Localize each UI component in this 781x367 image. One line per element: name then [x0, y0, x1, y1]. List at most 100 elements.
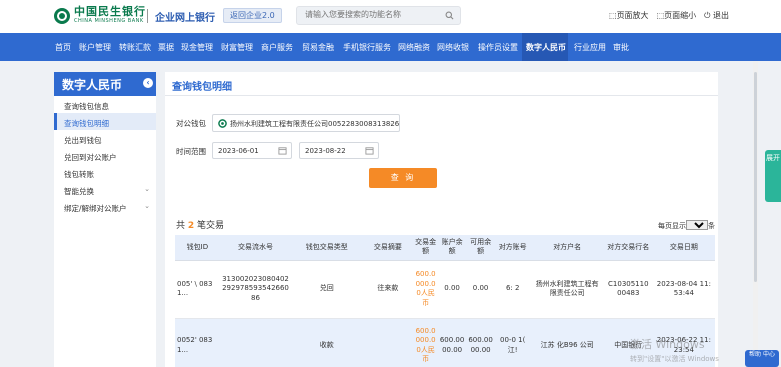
sidebar-header: 数字人民币 ‹ [54, 72, 156, 96]
zoom-out-icon: ⬚ [656, 11, 665, 20]
column-header: 账户余额 [437, 235, 467, 261]
table-cell [362, 318, 414, 367]
end-date-value: 2023-08-22 [305, 147, 346, 155]
zoom-out-button[interactable]: ⬚页面缩小 [657, 10, 697, 21]
chevron-down-icon: ⌄ [389, 119, 395, 127]
table-row[interactable]: 005' \ 0831... 3130020230804022929785935… [175, 260, 715, 319]
calendar-icon[interactable] [365, 146, 374, 155]
sidebar-item-cash-out[interactable]: 兑出到钱包 [54, 130, 156, 147]
sidebar-item-bind-account[interactable]: 绑定/解绑对公账户 ⌄ [54, 198, 156, 215]
column-header: 交易日期 [652, 235, 715, 261]
wallet-label: 对公钱包 [176, 119, 206, 128]
sidebar: 数字人民币 ‹ 查询钱包信息 查询钱包明细 兑出到钱包 兑回到对公账户 钱包转账… [54, 72, 156, 367]
wallet-select-value: 扬州水利建筑工程有限责任公司0052283008313826 [230, 120, 400, 128]
table-cell [219, 318, 292, 367]
page-title: 查询钱包明细 [172, 82, 232, 93]
table-cell: C1030511000483 [603, 260, 653, 319]
nav-transfer[interactable]: 转账汇款 [119, 42, 151, 53]
start-date-input[interactable]: 2023-06-01 [212, 142, 292, 159]
nav-digital-rmb[interactable]: 数字人民币 [526, 42, 566, 53]
nav-cash-management[interactable]: 现金管理 [181, 42, 213, 53]
table-cell: 00-0 1( 江! [494, 318, 531, 367]
end-date-input[interactable]: 2023-08-22 [299, 142, 379, 159]
table-header-row: 钱包ID 交易流水号 钱包交易类型 交易摘要 交易金额 账户余额 可用余额 对方… [175, 235, 715, 261]
column-header: 交易流水号 [219, 235, 292, 261]
scrollbar-thumb[interactable] [754, 72, 757, 282]
main-panel: 查询钱包明细 对公钱包 扬州水利建筑工程有限责任公司00522830083138… [165, 72, 718, 367]
top-header: 中国民生银行 CHINA MINSHENG BANK 企业网上银行 返回企业2.… [0, 0, 781, 33]
sidebar-item-wallet-info[interactable]: 查询钱包信息 [54, 96, 156, 113]
sidebar-item-label: 绑定/解绑对公账户 [64, 204, 127, 213]
sidebar-item-wallet-detail[interactable]: 查询钱包明细 [54, 113, 156, 130]
sidebar-item-redeem[interactable]: 兑回到对公账户 [54, 147, 156, 164]
bank-logo-icon [54, 7, 70, 24]
zoom-in-button[interactable]: ⬚页面放大 [609, 10, 649, 21]
table-cell: 收款 [291, 318, 363, 367]
table-cell: 005' \ 0831... [175, 260, 220, 319]
zoom-in-icon: ⬚ [609, 11, 617, 20]
start-date-value: 2023-06-01 [218, 147, 259, 155]
nav-online-financing[interactable]: 网络融资 [398, 42, 430, 53]
sidebar-item-wallet-transfer[interactable]: 钱包转账 [54, 164, 156, 181]
collapse-icon[interactable]: ‹ [143, 78, 153, 88]
title-divider [165, 95, 718, 96]
table-cell: 600.0000.00人民币 [413, 318, 438, 367]
nav-account[interactable]: 账户管理 [79, 42, 111, 53]
search-icon[interactable] [445, 11, 454, 20]
function-search[interactable] [296, 6, 461, 25]
column-header: 对方账号 [494, 235, 531, 261]
table-cell: 2023-08-04 11:53:44 [652, 260, 715, 319]
search-input[interactable] [305, 10, 445, 19]
per-page-select[interactable]: 10 [686, 220, 708, 230]
query-button[interactable]: 查 询 [369, 168, 437, 188]
nav-industry-apps[interactable]: 行业应用 [574, 42, 606, 53]
main-nav: 首页 账户管理 转账汇款 票据 现金管理 财富管理 商户服务 贸易金融 手机银行… [0, 33, 781, 61]
column-header: 对方户名 [530, 235, 604, 261]
table-cell: 0052' 0831... [175, 318, 220, 367]
table-cell: 31300202308040229297859354266086 [219, 260, 292, 319]
table-cell: 兑回 [291, 260, 363, 319]
column-header: 交易金额 [413, 235, 438, 261]
table-cell: 往来款 [362, 260, 414, 319]
nav-trade-finance[interactable]: 贸易金融 [302, 42, 334, 53]
column-header: 对方交易行名 [603, 235, 653, 261]
nav-home[interactable]: 首页 [55, 42, 71, 53]
nav-mobile-banking[interactable]: 手机银行服务 [343, 42, 391, 53]
back-to-old-button[interactable]: 返回企业2.0 [223, 8, 282, 23]
wallet-select[interactable]: 扬州水利建筑工程有限责任公司0052283008313826 ⌄ [212, 114, 400, 132]
chevron-down-icon: ⌄ [144, 185, 150, 193]
side-tab-label: 展开 [766, 154, 780, 162]
bank-logo-icon [218, 119, 227, 128]
nav-bills[interactable]: 票据 [158, 42, 174, 53]
sidebar-item-smart-exchange[interactable]: 智能兑换 ⌄ [54, 181, 156, 198]
windows-activation-watermark: 激活 Windows 转到"设置"以激活 Windows [630, 338, 719, 363]
nav-merchant[interactable]: 商户服务 [261, 42, 293, 53]
table-cell: 600.0000.00人民币 [413, 260, 438, 319]
table-cell: 0.00 [466, 260, 495, 319]
per-page-control: 每页显示 10 条 [658, 220, 715, 231]
bank-logo[interactable]: 中国民生银行 CHINA MINSHENG BANK [54, 6, 146, 25]
total-count: 共 2 笔交易 [176, 221, 225, 231]
column-header: 可用余额 [466, 235, 495, 261]
bank-name-cn: 中国民生银行 [74, 5, 146, 18]
nav-operator-settings[interactable]: 操作员设置 [478, 42, 518, 53]
column-header: 钱包ID [175, 235, 220, 261]
total-count-number: 2 [187, 221, 195, 231]
nav-wealth[interactable]: 财富管理 [221, 42, 253, 53]
table-cell: 0.00 [437, 260, 467, 319]
nav-approval[interactable]: 审批 [613, 42, 629, 53]
date-range-label: 时间范围 [176, 147, 206, 156]
table-cell: 扬州水利建筑工程有限责任公司 [530, 260, 604, 319]
column-header: 交易摘要 [362, 235, 414, 261]
bank-name-en: CHINA MINSHENG BANK [74, 18, 144, 24]
calendar-icon[interactable] [278, 146, 287, 155]
nav-online-cashier[interactable]: 网络收银 [437, 42, 469, 53]
header-divider [147, 9, 148, 23]
logout-button[interactable]: ⏻ 退出 [704, 10, 729, 21]
expand-side-tab[interactable]: 展开 [765, 150, 781, 202]
product-name: 企业网上银行 [155, 13, 215, 24]
sidebar-title: 数字人民币 [62, 78, 123, 92]
help-center-button[interactable]: 帮助 中心 [745, 350, 779, 367]
table-cell: 江苏 化B96 公司 [530, 318, 604, 367]
column-header: 钱包交易类型 [291, 235, 363, 261]
